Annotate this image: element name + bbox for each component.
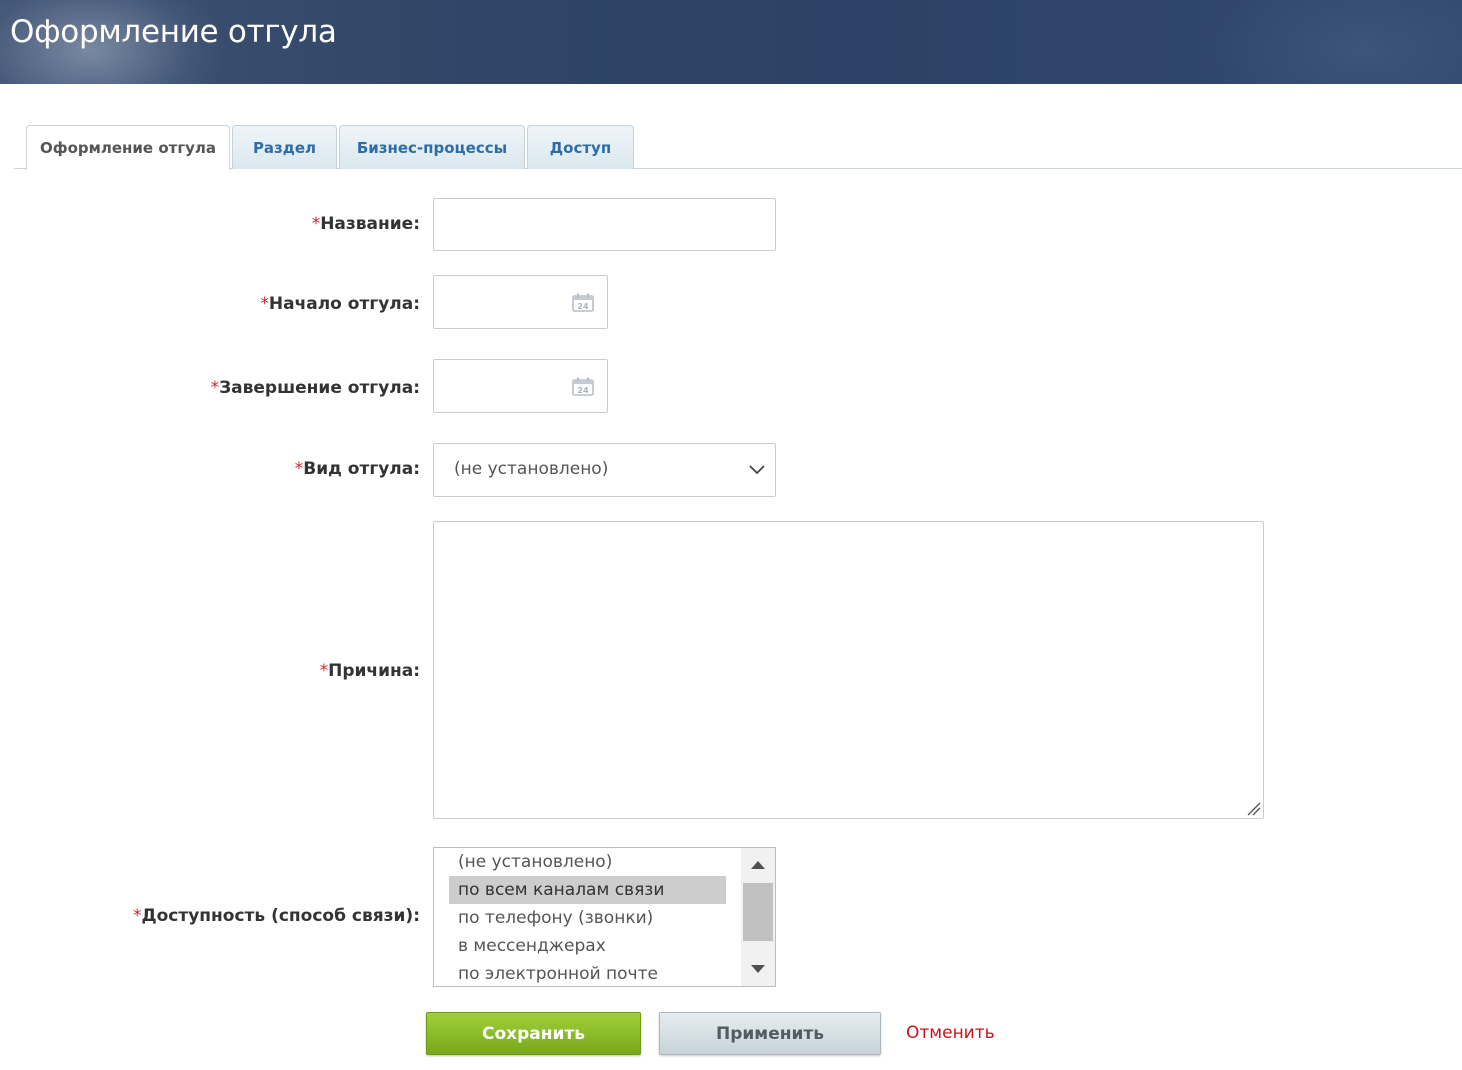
scroll-up-arrow-icon[interactable] — [750, 860, 766, 870]
type-select[interactable]: (не установлено) — [433, 443, 776, 497]
tab-time-off-form[interactable]: Оформление отгула — [26, 125, 230, 170]
required-mark: * — [311, 214, 321, 234]
svg-text:24: 24 — [577, 386, 589, 395]
reason-textarea[interactable] — [433, 521, 1264, 819]
list-item[interactable]: (не установлено) — [449, 848, 726, 876]
page-title: Оформление отгула — [10, 14, 337, 50]
scroll-thumb[interactable] — [743, 883, 773, 941]
end-date-label: *Завершение отгула: — [210, 378, 420, 398]
listbox-scrollbar[interactable] — [741, 848, 775, 986]
scroll-down-arrow-icon[interactable] — [750, 964, 766, 974]
required-mark: * — [294, 459, 304, 479]
availability-label: *Доступность (способ связи): — [132, 906, 420, 926]
svg-text:24: 24 — [577, 302, 589, 311]
reason-label: *Причина: — [319, 661, 420, 681]
list-item[interactable]: в мессенджерах — [449, 932, 726, 960]
form-content: Оформление отгула Раздел Бизнес-процессы… — [0, 84, 1462, 1070]
chevron-down-icon — [749, 465, 765, 475]
apply-button[interactable]: Применить — [659, 1012, 881, 1055]
page-header: Оформление отгула — [0, 0, 1462, 84]
calendar-icon[interactable]: 24 — [572, 293, 594, 312]
save-button[interactable]: Сохранить — [426, 1012, 641, 1055]
tab-access[interactable]: Доступ — [527, 125, 634, 169]
start-date-input[interactable]: 24 — [433, 275, 608, 329]
start-date-label: *Начало отгула: — [260, 294, 420, 314]
tab-business-processes[interactable]: Бизнес-процессы — [339, 125, 525, 169]
end-date-input[interactable]: 24 — [433, 359, 608, 413]
tab-section[interactable]: Раздел — [232, 125, 337, 169]
cancel-link[interactable]: Отменить — [906, 1023, 995, 1043]
list-item-selected[interactable]: по всем каналам связи — [449, 876, 726, 904]
availability-listbox[interactable]: (не установлено) по всем каналам связи п… — [433, 847, 776, 987]
required-mark: * — [210, 378, 220, 398]
tab-bar: Оформление отгула Раздел Бизнес-процессы… — [14, 125, 1462, 170]
resize-grip-icon[interactable] — [1245, 800, 1261, 816]
list-item[interactable]: по телефону (звонки) — [449, 904, 726, 932]
type-label: *Вид отгула: — [294, 459, 420, 479]
required-mark: * — [319, 661, 329, 681]
required-mark: * — [260, 294, 269, 314]
name-label: *Название: — [311, 214, 420, 234]
list-item[interactable]: по электронной почте — [449, 960, 726, 986]
type-select-value: (не установлено) — [454, 459, 609, 479]
name-input[interactable] — [433, 198, 776, 251]
calendar-icon[interactable]: 24 — [572, 377, 594, 396]
